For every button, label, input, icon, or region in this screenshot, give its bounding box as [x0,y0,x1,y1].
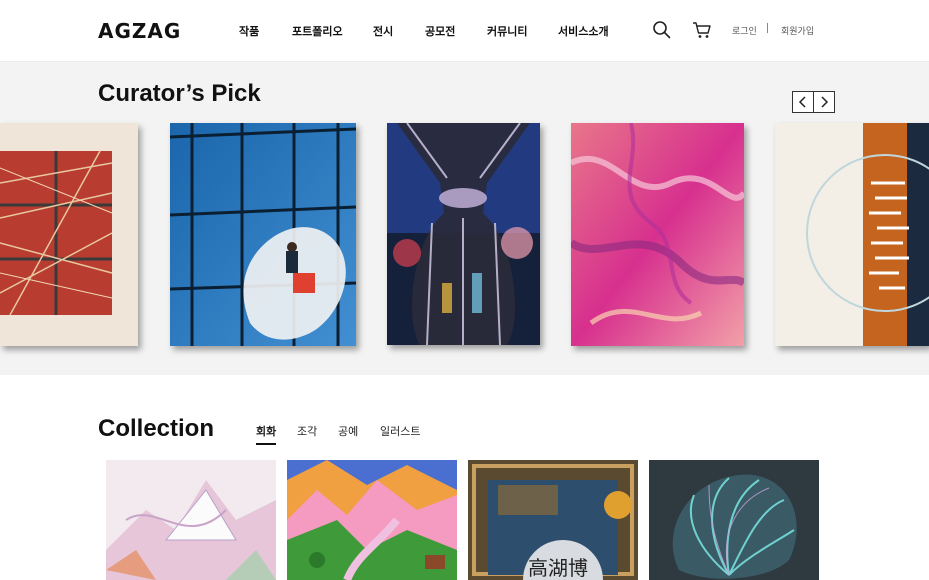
nav-about-service[interactable]: 서비스소개 [558,23,609,39]
collection-item[interactable] [287,460,457,580]
nav-portfolio[interactable]: 포트폴리오 [292,23,343,39]
agzag-logo[interactable]: AGZAG [98,18,188,42]
signup-link[interactable]: 회원가입 [781,24,814,37]
artwork-card[interactable] [571,123,744,346]
logo-text: AGZAG [98,19,181,42]
search-icon[interactable] [652,20,672,40]
collection-item[interactable] [106,460,276,580]
artwork-card[interactable] [387,123,540,345]
artwork-card[interactable] [775,123,929,346]
nav-community[interactable]: 커뮤니티 [487,23,527,39]
tab-sculpture[interactable]: 조각 [297,423,317,439]
login-link[interactable]: 로그인 [732,24,757,37]
carousel-controls [792,91,835,113]
nav-contest[interactable]: 공모전 [425,23,455,39]
chevron-left-icon[interactable] [793,92,813,112]
site-header: AGZAG 작품 포트폴리오 전시 공모전 커뮤니티 서비스소개 로그인 회원가… [0,0,929,62]
artwork-card[interactable] [0,123,138,346]
svg-text:高湖博: 高湖博 [528,556,588,580]
cart-icon[interactable] [692,20,712,40]
tab-painting[interactable]: 회화 [256,423,277,445]
auth-divider [767,23,768,33]
collection-title: Collection [98,415,215,442]
curator-pick-section: Curator’s Pick [0,62,929,375]
collection-item[interactable]: 高湖博 [468,460,638,580]
tab-illustration[interactable]: 일러스트 [380,423,420,439]
artwork-card[interactable] [170,123,356,346]
chevron-right-icon[interactable] [813,92,834,112]
nav-exhibition[interactable]: 전시 [373,23,393,39]
collection-item[interactable] [649,460,819,580]
curator-pick-title: Curator’s Pick [98,80,261,107]
tab-craft[interactable]: 공예 [338,423,358,439]
nav-artworks[interactable]: 작품 [239,23,259,39]
